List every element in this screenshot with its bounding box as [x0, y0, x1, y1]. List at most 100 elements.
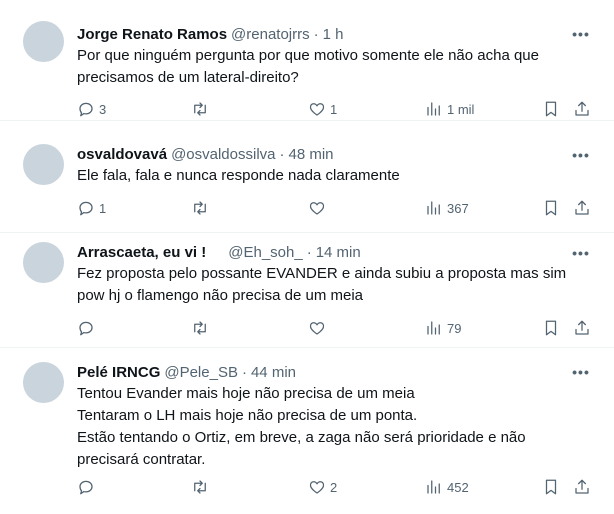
reply-icon — [79, 102, 93, 117]
bookmark-button[interactable] — [542, 477, 560, 497]
action-bar: 79 — [77, 318, 597, 338]
like-button[interactable]: 2 — [308, 477, 337, 497]
tweet-header: osvaldovavá @osvaldossilva · 48 min — [77, 144, 574, 164]
tweet-text: Fez proposta pelo possante EVANDER e ain… — [77, 263, 584, 307]
tweet-text-line: precisará contratar. — [77, 451, 206, 468]
avatar[interactable] — [23, 242, 64, 283]
user-handle[interactable]: @renatojrrs — [231, 26, 310, 43]
action-bar: 1 367 — [77, 198, 597, 218]
retweet-icon — [194, 321, 206, 335]
tweet-text: Ele fala, fala e nunca responde nada cla… — [77, 165, 584, 187]
share-icon — [575, 101, 589, 116]
tweet-header: Pelé IRNCG @Pele_SB · 44 min — [77, 362, 574, 382]
separator-dot: · — [313, 25, 319, 43]
retweet-button[interactable] — [191, 477, 213, 497]
bookmark-button[interactable] — [542, 99, 560, 119]
reply-button[interactable] — [77, 477, 99, 497]
avatar[interactable] — [23, 144, 64, 185]
share-icon — [575, 479, 589, 494]
like-count: 2 — [330, 479, 338, 495]
view-count: 79 — [447, 320, 462, 336]
more-icon[interactable]: ••• — [572, 246, 590, 260]
display-name[interactable]: Pelé IRNCG — [77, 364, 160, 381]
reply-button[interactable] — [77, 318, 99, 338]
display-name[interactable]: Arrascaeta, eu vi ! — [77, 244, 206, 261]
tweet-text: Por que ninguém pergunta por que motivo … — [77, 45, 584, 89]
separator-dot: · — [306, 243, 312, 261]
views-button[interactable]: 79 — [425, 318, 461, 338]
bookmark-button[interactable] — [542, 198, 560, 218]
share-icon — [575, 320, 589, 335]
retweet-icon — [194, 102, 206, 116]
heart-icon — [309, 481, 325, 494]
more-icon[interactable]: ••• — [572, 365, 590, 379]
like-button[interactable] — [308, 198, 330, 218]
heart-icon — [309, 322, 325, 335]
view-count: 1 mil — [447, 101, 475, 117]
like-button[interactable] — [308, 318, 330, 338]
bookmark-icon — [545, 200, 557, 216]
user-handle[interactable]: @Pele_SB — [164, 364, 238, 381]
tweet[interactable]: Pelé IRNCG @Pele_SB · 44 min ••• Tentou … — [0, 348, 614, 514]
tweet-header: Arrascaeta, eu vi ! @Eh_soh_ · 14 min — [77, 242, 574, 262]
tweet-text-line: Por que ninguém pergunta por que motivo … — [77, 47, 539, 64]
tweet-text-line: precisamos de um lateral-direito? — [77, 69, 299, 86]
reply-icon — [79, 201, 93, 216]
more-icon[interactable]: ••• — [572, 27, 590, 41]
views-button[interactable]: 367 — [425, 198, 469, 218]
share-button[interactable] — [573, 198, 591, 218]
more-icon[interactable]: ••• — [572, 148, 590, 162]
tweet[interactable]: osvaldovavá @osvaldossilva · 48 min ••• … — [0, 121, 614, 233]
reply-button[interactable]: 3 — [77, 99, 106, 119]
retweet-icon — [194, 201, 206, 215]
tweet[interactable]: Jorge Renato Ramos @renatojrrs · 1 h •••… — [0, 0, 614, 121]
separator-dot: · — [279, 145, 285, 163]
reply-count: 3 — [99, 101, 107, 117]
reply-count: 1 — [99, 200, 107, 216]
views-icon — [427, 102, 440, 116]
user-handle[interactable]: @Eh_soh_ — [228, 244, 302, 261]
separator-dot: · — [241, 363, 247, 381]
tweet-header: Jorge Renato Ramos @renatojrrs · 1 h — [77, 24, 574, 44]
display-name[interactable]: osvaldovavá — [77, 146, 167, 163]
bookmark-icon — [545, 479, 557, 495]
views-icon — [427, 480, 440, 494]
display-name[interactable]: Jorge Renato Ramos — [77, 26, 227, 43]
reply-button[interactable]: 1 — [77, 198, 106, 218]
heart-icon — [309, 202, 325, 215]
timestamp[interactable]: 48 min — [289, 146, 334, 163]
retweet-button[interactable] — [191, 318, 213, 338]
share-button[interactable] — [573, 318, 591, 338]
timestamp[interactable]: 44 min — [251, 364, 296, 381]
reply-icon — [79, 480, 93, 495]
retweet-icon — [194, 480, 206, 494]
bookmark-icon — [545, 101, 557, 117]
bookmark-button[interactable] — [542, 318, 560, 338]
tweet[interactable]: Arrascaeta, eu vi ! @Eh_soh_ · 14 min ••… — [0, 233, 614, 348]
views-button[interactable]: 1 mil — [425, 99, 474, 119]
avatar[interactable] — [23, 21, 64, 62]
views-icon — [427, 201, 440, 215]
tweet-text-line: Tentaram o LH mais hoje não precisa de u… — [77, 407, 418, 424]
like-button[interactable]: 1 — [308, 99, 337, 119]
tweet-text-line: Fez proposta pelo possante EVANDER e ain… — [77, 265, 567, 282]
tweet-text: Tentou Evander mais hoje não precisa de … — [77, 383, 584, 471]
share-button[interactable] — [573, 99, 591, 119]
share-icon — [575, 200, 589, 215]
share-button[interactable] — [573, 477, 591, 497]
views-button[interactable]: 452 — [425, 477, 469, 497]
views-icon — [427, 321, 440, 335]
user-handle[interactable]: @osvaldossilva — [171, 146, 275, 163]
view-count: 367 — [447, 200, 469, 216]
like-count: 1 — [330, 101, 338, 117]
retweet-button[interactable] — [191, 198, 213, 218]
timestamp[interactable]: 14 min — [316, 244, 361, 261]
tweet-text-line: pow hj o flamengo não precisa de um meia — [77, 287, 363, 304]
action-bar: 2 452 — [77, 477, 597, 497]
avatar[interactable] — [23, 362, 64, 403]
tweet-text-line: Estão tentando o Ortiz, em breve, a zaga… — [77, 429, 526, 446]
retweet-button[interactable] — [191, 99, 213, 119]
timestamp[interactable]: 1 h — [323, 26, 344, 43]
view-count: 452 — [447, 479, 469, 495]
reply-icon — [79, 321, 93, 336]
